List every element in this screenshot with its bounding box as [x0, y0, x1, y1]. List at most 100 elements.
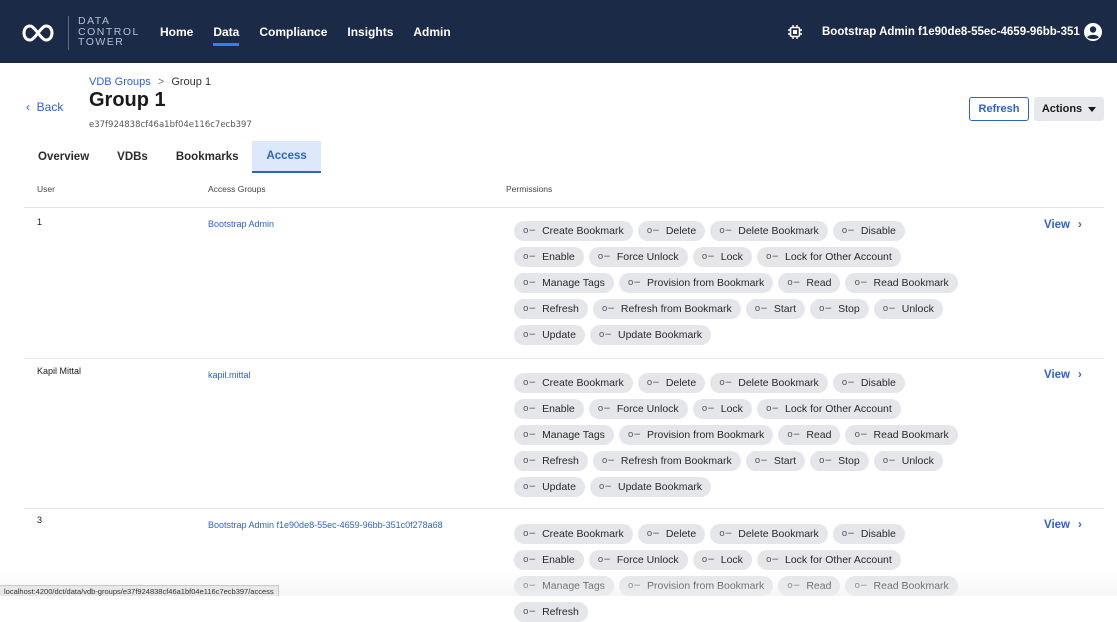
- breadcrumb: VDB Groups > Group 1: [89, 76, 211, 88]
- key-icon: o−: [597, 555, 611, 565]
- permission-label: Lock for Other Account: [785, 251, 892, 263]
- breadcrumb-vdb-groups[interactable]: VDB Groups: [89, 76, 151, 88]
- permission-label: Manage Tags: [542, 580, 605, 592]
- key-icon: o−: [598, 330, 612, 340]
- permission-chip: o− Stop: [810, 299, 869, 319]
- permission-label: Read: [806, 429, 832, 441]
- permission-label: Provision from Bookmark: [646, 277, 765, 289]
- permission-chip: o− Enable: [514, 399, 584, 419]
- view-link[interactable]: View ›: [1044, 219, 1082, 231]
- user-name[interactable]: Bootstrap Admin f1e90de8-55ec-4659-96bb-…: [822, 26, 1080, 38]
- key-icon: o−: [819, 456, 833, 466]
- key-icon: o−: [523, 304, 537, 314]
- nav-compliance[interactable]: Compliance: [259, 21, 327, 43]
- tab-vdbs[interactable]: VDBs: [103, 141, 162, 173]
- key-icon: o−: [754, 456, 768, 466]
- permission-label: Force Unlock: [616, 251, 679, 263]
- permission-label: Delete: [665, 528, 697, 540]
- cell-access-group-link[interactable]: kapil.mittal: [208, 370, 251, 380]
- row-divider: [24, 207, 1104, 208]
- chevron-left-icon: ‹: [26, 100, 30, 114]
- view-link[interactable]: View ›: [1044, 369, 1082, 381]
- permission-label: Force Unlock: [616, 554, 679, 566]
- view-link[interactable]: View ›: [1044, 519, 1082, 531]
- nav-insights[interactable]: Insights: [347, 21, 393, 43]
- key-icon: o−: [765, 555, 779, 565]
- nav-admin[interactable]: Admin: [413, 21, 450, 43]
- breadcrumb-current: Group 1: [171, 76, 212, 88]
- tab-bar: Overview VDBs Bookmarks Access: [24, 141, 321, 173]
- permission-chip: o− Refresh from Bookmark: [592, 299, 741, 319]
- permission-label: Delete Bookmark: [738, 377, 819, 389]
- permission-chip: o− Provision from Bookmark: [618, 425, 774, 445]
- row-divider: [24, 358, 1104, 359]
- tab-bookmarks[interactable]: Bookmarks: [162, 141, 253, 173]
- key-icon: o−: [601, 304, 615, 314]
- main-nav: Home Data Compliance Insights Admin: [160, 0, 451, 63]
- permission-chip: o− Lock: [692, 550, 752, 570]
- key-icon: o−: [841, 529, 855, 539]
- key-icon: o−: [787, 278, 801, 288]
- key-icon: o−: [787, 581, 801, 591]
- back-link[interactable]: ‹ Back: [26, 100, 63, 114]
- permission-chip: o− Force Unlock: [588, 550, 688, 570]
- permission-chip: o− Disable: [832, 524, 905, 544]
- permission-label: Read Bookmark: [873, 429, 949, 441]
- permission-chip: o− Lock: [692, 247, 752, 267]
- permission-chip: o− Read Bookmark: [845, 576, 958, 596]
- permission-chip: o− Refresh: [514, 451, 588, 471]
- infinity-logo-icon[interactable]: [18, 22, 58, 44]
- permission-label: Stop: [838, 303, 860, 315]
- permission-chip: o− Refresh: [514, 602, 588, 622]
- permissions-list: o− Create Bookmark o− Delete o− Delete Bookma…: [514, 221, 964, 345]
- permission-label: Provision from Bookmark: [646, 580, 765, 592]
- actions-button[interactable]: Actions: [1034, 97, 1104, 121]
- user-circle-icon[interactable]: [1083, 22, 1103, 42]
- key-icon: o−: [523, 278, 537, 288]
- key-icon: o−: [523, 404, 537, 414]
- cell-access-group-link[interactable]: Bootstrap Admin: [208, 219, 274, 229]
- permission-chip: o− Read Bookmark: [845, 425, 958, 445]
- permission-label: Unlock: [901, 303, 934, 315]
- key-icon: o−: [854, 430, 868, 440]
- tab-access[interactable]: Access: [252, 141, 321, 173]
- permission-chip: o− Lock for Other Account: [756, 247, 901, 267]
- permission-label: Refresh: [542, 455, 579, 467]
- permission-label: Create Bookmark: [542, 225, 624, 237]
- permission-chip: o− Start: [745, 451, 806, 471]
- key-icon: o−: [523, 430, 537, 440]
- key-icon: o−: [646, 378, 660, 388]
- permission-label: Refresh from Bookmark: [620, 303, 732, 315]
- tab-overview[interactable]: Overview: [24, 141, 103, 173]
- permission-chip: o− Read Bookmark: [845, 273, 958, 293]
- key-icon: o−: [646, 529, 660, 539]
- permission-chip: o− Update Bookmark: [589, 325, 712, 345]
- chip-icon[interactable]: [787, 24, 803, 40]
- permissions-list: o− Create Bookmark o− Delete o− Delete Bookma…: [514, 373, 964, 497]
- nav-home[interactable]: Home: [160, 21, 193, 43]
- permission-label: Update Bookmark: [617, 329, 703, 341]
- permission-chip: o− Refresh from Bookmark: [592, 451, 741, 471]
- permission-chip: o− Create Bookmark: [514, 373, 633, 393]
- permission-chip: o− Delete: [637, 524, 706, 544]
- refresh-button[interactable]: Refresh: [969, 97, 1029, 121]
- permission-chip: o− Refresh: [514, 299, 588, 319]
- page-title: Group 1: [89, 89, 166, 111]
- permission-chip: o− Force Unlock: [588, 399, 688, 419]
- permission-label: Update Bookmark: [617, 481, 703, 493]
- permission-chip: o− Unlock: [873, 451, 943, 471]
- nav-data[interactable]: Data: [213, 21, 240, 46]
- permission-label: Read Bookmark: [873, 580, 949, 592]
- row-divider: [24, 508, 1104, 509]
- cell-access-group-link[interactable]: Bootstrap Admin f1e90de8-55ec-4659-96bb-…: [208, 520, 443, 530]
- permission-label: Lock: [720, 403, 743, 415]
- permission-label: Refresh: [542, 606, 579, 618]
- permission-label: Create Bookmark: [542, 528, 624, 540]
- key-icon: o−: [627, 278, 641, 288]
- key-icon: o−: [719, 378, 733, 388]
- permission-label: Stop: [838, 455, 860, 467]
- key-icon: o−: [765, 252, 779, 262]
- chevron-right-icon: ›: [1078, 369, 1082, 381]
- permission-chip: o− Disable: [832, 373, 905, 393]
- key-icon: o−: [523, 607, 537, 617]
